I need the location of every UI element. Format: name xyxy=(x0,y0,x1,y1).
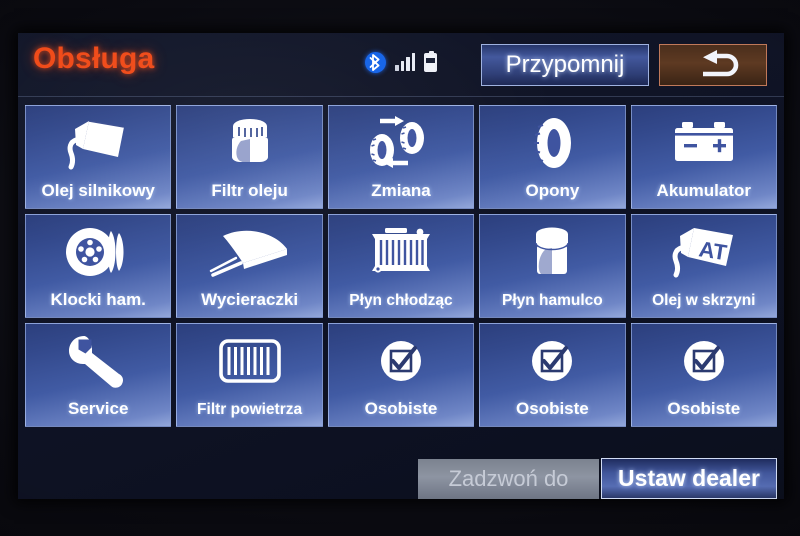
header-divider xyxy=(18,96,784,97)
car-battery-icon xyxy=(632,112,776,174)
tile-label: Olej silnikowy xyxy=(41,181,155,200)
infotainment-screen: Obsługa Przypomnij Olej silnikowy Filtr … xyxy=(18,33,784,499)
tile-label: Service xyxy=(67,399,129,418)
brake-pads-icon xyxy=(26,221,170,283)
back-arrow-icon xyxy=(683,49,743,82)
device-bezel: Obsługa Przypomnij Olej silnikowy Filtr … xyxy=(0,0,800,536)
remind-button[interactable]: Przypomnij xyxy=(481,44,649,86)
battery-icon xyxy=(424,50,437,72)
tile-transmission-oil[interactable]: AT Olej w skrzyni xyxy=(630,214,777,318)
brake-fluid-reservoir-icon xyxy=(480,221,624,283)
tile-oil-filter[interactable]: Filtr oleju xyxy=(176,105,323,209)
oil-filter-icon xyxy=(177,112,321,174)
remind-button-label: Przypomnij xyxy=(505,51,625,78)
tile-label: Klocki ham. xyxy=(50,290,146,309)
tile-battery[interactable]: Akumulator xyxy=(630,105,777,209)
tile-personal-1[interactable]: Osobiste xyxy=(327,323,475,427)
tile-air-filter[interactable]: Filtr powietrza xyxy=(176,323,323,427)
signal-bars-icon xyxy=(395,53,415,71)
tile-label: Akumulator xyxy=(656,181,752,200)
call-dealer-button[interactable]: Zadzwoń do xyxy=(418,459,599,499)
checkbox-checked-icon xyxy=(632,330,776,392)
tile-brake-pads[interactable]: Klocki ham. xyxy=(25,214,172,318)
set-dealer-label: Ustaw dealer xyxy=(618,465,760,491)
air-filter-icon xyxy=(177,330,321,392)
call-dealer-label: Zadzwoń do xyxy=(448,466,569,491)
tile-label: Osobiste xyxy=(516,399,589,418)
tile-label: Osobiste xyxy=(364,399,438,418)
page-title: Obsługa xyxy=(33,42,155,75)
tile-service[interactable]: Service xyxy=(25,323,172,427)
set-dealer-button[interactable]: Ustaw dealer xyxy=(601,458,777,499)
transmission-oil-at-icon: AT xyxy=(632,221,776,283)
tile-engine-oil[interactable]: Olej silnikowy xyxy=(25,105,172,209)
tile-label: Zmiana xyxy=(371,181,431,200)
tile-brake-fluid[interactable]: Płyn hamulco xyxy=(479,214,626,318)
bluetooth-icon xyxy=(365,51,386,73)
tile-label: Opony xyxy=(525,181,580,200)
tile-label: Filtr powietrza xyxy=(197,400,303,418)
tile-personal-2[interactable]: Osobiste xyxy=(479,323,626,427)
tile-wipers[interactable]: Wycieraczki xyxy=(176,214,323,318)
tire-rotation-icon xyxy=(329,112,473,174)
wiper-blade-icon xyxy=(177,221,321,283)
service-tile-grid: Olej silnikowy Filtr oleju Zmiana Opony … xyxy=(25,105,777,427)
tile-personal-3[interactable]: Osobiste xyxy=(630,323,777,427)
radiator-icon xyxy=(329,221,473,283)
tile-tire-rotation[interactable]: Zmiana xyxy=(327,105,475,209)
oil-can-icon xyxy=(26,112,170,174)
tile-tires[interactable]: Opony xyxy=(479,105,626,209)
checkbox-checked-icon xyxy=(329,330,473,392)
svg-text:AT: AT xyxy=(697,236,729,265)
wrench-icon xyxy=(26,330,170,392)
tile-label: Płyn hamulco xyxy=(502,291,603,309)
tile-label: Filtr oleju xyxy=(211,181,288,200)
tile-label: Olej w skrzyni xyxy=(652,291,756,309)
tile-coolant[interactable]: Płyn chłodząc xyxy=(327,214,475,318)
header-bar: Obsługa Przypomnij xyxy=(18,33,784,97)
tile-label: Osobiste xyxy=(667,399,741,418)
checkbox-checked-icon xyxy=(480,330,624,392)
tire-icon xyxy=(480,112,624,174)
back-button[interactable] xyxy=(659,44,767,86)
tile-label: Płyn chłodząc xyxy=(349,291,453,309)
tile-label: Wycieraczki xyxy=(201,290,299,309)
status-icon-tray xyxy=(365,47,437,77)
